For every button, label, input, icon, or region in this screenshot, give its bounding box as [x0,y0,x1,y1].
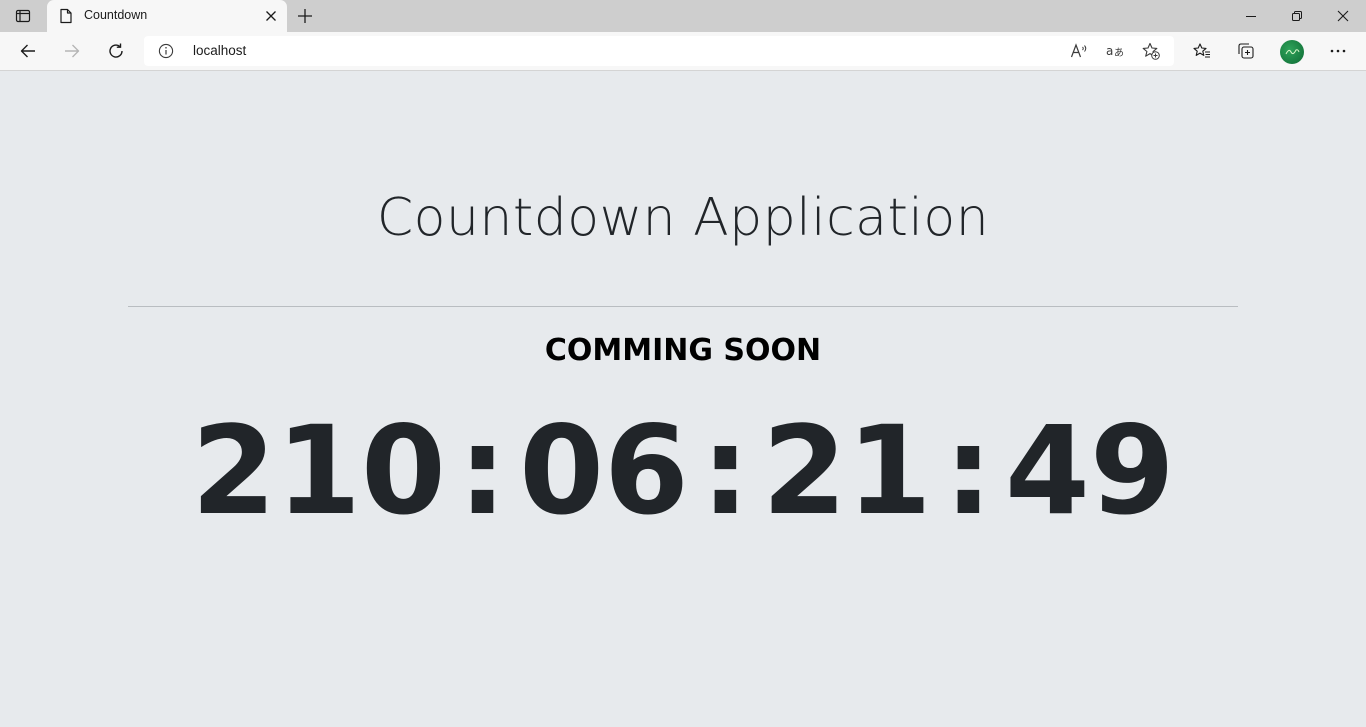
more-icon [1330,49,1346,53]
site-info-button[interactable] [158,43,174,59]
add-favorite-icon [1142,42,1160,60]
forward-button[interactable] [56,36,88,66]
address-url[interactable]: localhost [193,43,246,58]
countdown-days: 210 [191,400,446,542]
page-icon [58,8,74,24]
tab-actions-icon [15,9,31,23]
collections-icon [1238,43,1254,59]
new-tab-button[interactable] [291,3,319,29]
translate-button[interactable]: a あ [1102,39,1128,63]
tab-title: Countdown [84,8,148,22]
close-icon [1337,10,1349,22]
coming-soon-heading: COMMING SOON [544,333,822,368]
page-title: Countdown Application [376,188,990,248]
forward-arrow-icon [65,44,80,58]
add-favorite-button[interactable] [1138,39,1164,63]
svg-text:a: a [1106,44,1113,58]
more-button[interactable] [1322,36,1354,66]
tab-close-button[interactable] [263,8,279,24]
svg-text:あ: あ [1114,47,1124,59]
tab-actions-button[interactable] [0,0,46,32]
profile-avatar[interactable] [1280,40,1304,64]
window-close-button[interactable] [1320,0,1366,32]
countdown-separator: : [944,400,993,542]
countdown-minutes: 21 [762,400,932,542]
collections-button[interactable] [1230,36,1262,66]
restore-icon [1292,11,1302,21]
browser-tab[interactable]: Countdown [47,0,287,32]
browser-toolbar: localhost a あ [0,32,1366,71]
address-bar[interactable]: localhost a あ [144,36,1174,66]
countdown-separator: : [458,400,507,542]
page-content: Countdown Application COMMING SOON 210:0… [0,72,1366,727]
read-aloud-icon [1070,43,1087,58]
refresh-icon [109,43,123,58]
countdown-timer: 210:06:21:49 [0,410,1366,532]
favorites-icon [1193,43,1210,58]
close-icon [266,11,276,21]
divider [128,306,1238,307]
refresh-button[interactable] [100,36,132,66]
tab-strip: Countdown [0,0,1366,32]
countdown-seconds: 49 [1004,400,1175,542]
favorites-button[interactable] [1186,36,1218,66]
countdown-separator: : [701,400,750,542]
plus-icon [298,9,312,23]
translate-icon: a あ [1106,44,1124,59]
back-button[interactable] [12,36,44,66]
minimize-button[interactable] [1228,0,1274,32]
back-arrow-icon [20,44,35,58]
read-aloud-button[interactable] [1066,39,1092,63]
info-icon [158,43,174,59]
minimize-icon [1246,16,1256,17]
countdown-hours: 06 [519,400,689,542]
restore-button[interactable] [1274,0,1320,32]
